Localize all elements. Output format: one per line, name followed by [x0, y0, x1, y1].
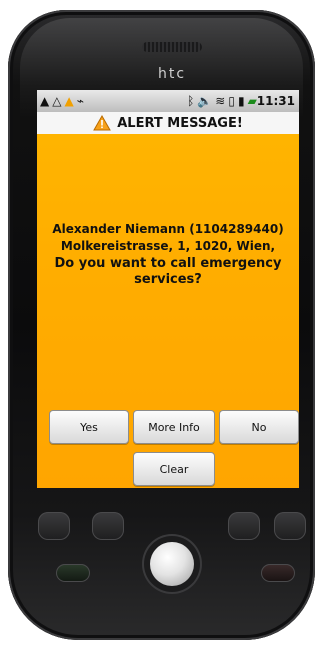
wifi-icon: ≋	[215, 94, 226, 108]
dialog-title-bar: ALERT MESSAGE!	[37, 112, 299, 135]
warning-black-icon: △	[52, 94, 62, 108]
contact-line: Alexander Niemann (1104289440)	[52, 222, 284, 236]
vibrate-icon: ▯	[228, 94, 235, 108]
end-call-button[interactable]	[261, 564, 295, 582]
battery-icon: ▰	[247, 94, 257, 108]
warning-black-icon: ▲	[40, 94, 50, 108]
question-text: Do you want to call emergency services?	[54, 256, 282, 287]
more-info-button[interactable]: More Info	[133, 410, 215, 444]
call-button[interactable]	[56, 564, 90, 582]
trackball[interactable]	[150, 542, 194, 586]
no-button[interactable]: No	[219, 410, 299, 444]
brand-logo: htc	[158, 66, 187, 82]
clear-button[interactable]: Clear	[133, 452, 215, 486]
warning-yellow-icon: ▲	[64, 94, 74, 108]
mute-icon: 🔈	[197, 94, 213, 108]
screen: ▲ △ ▲ ⌁ ᛒ 🔈 ≋ ▯ ▮ ▰ 11:31 ALERT MESSAGE!…	[37, 90, 299, 488]
menu-button[interactable]	[92, 512, 124, 540]
signal-icon: ▮	[237, 94, 245, 108]
status-time: 11:31	[256, 94, 295, 108]
warning-icon	[93, 115, 112, 131]
dialog-title: ALERT MESSAGE!	[117, 115, 243, 131]
home-button[interactable]	[38, 512, 70, 540]
search-button[interactable]	[274, 512, 306, 540]
bluetooth-icon: ᛒ	[187, 94, 195, 108]
alert-content: Alexander Niemann (1104289440) Molkereis…	[37, 134, 299, 488]
status-bar: ▲ △ ▲ ⌁ ᛒ 🔈 ≋ ▯ ▮ ▰ 11:31	[37, 90, 299, 112]
address-line: Molkereistrasse, 1, 1020, Wien,	[60, 239, 276, 253]
back-button[interactable]	[228, 512, 260, 540]
yes-button[interactable]: Yes	[49, 410, 129, 444]
earpiece-speaker	[142, 42, 202, 52]
usb-icon: ⌁	[76, 94, 84, 108]
